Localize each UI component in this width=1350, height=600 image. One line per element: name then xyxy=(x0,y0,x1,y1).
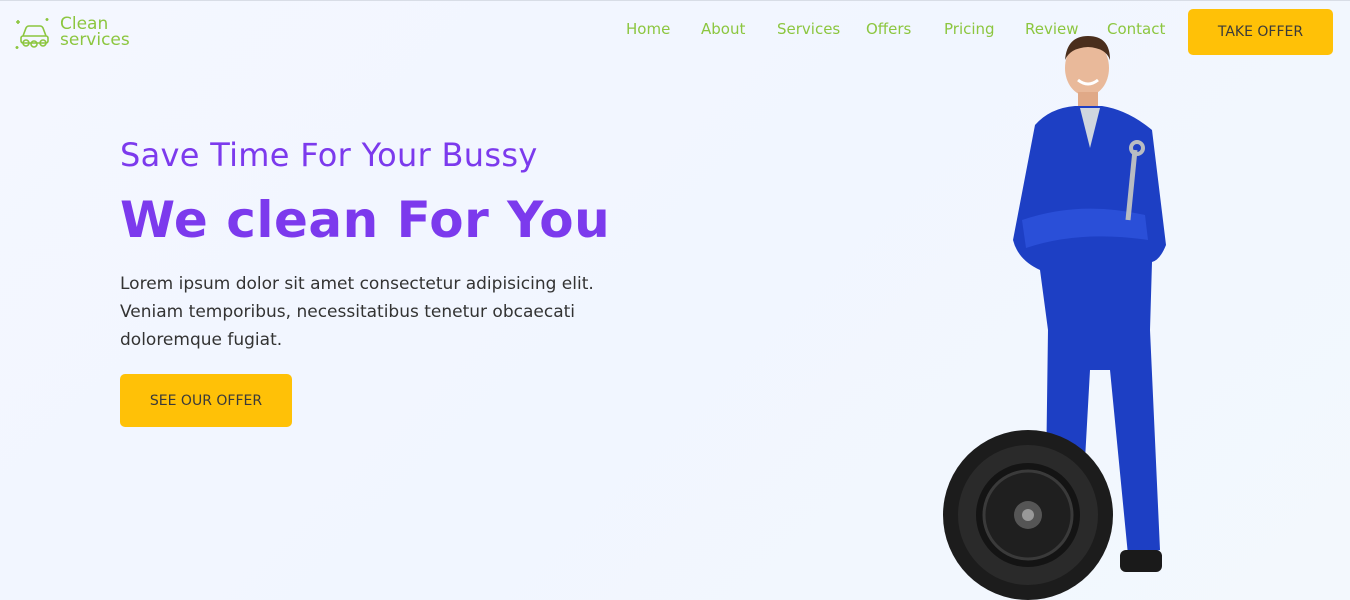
hero-description: Lorem ipsum dolor sit amet consectetur a… xyxy=(120,274,594,350)
hero-subtitle: Save Time For Your Bussy xyxy=(120,136,538,174)
mechanic-image xyxy=(943,36,1166,600)
hero-section: Save Time For Your Bussy We clean For Yo… xyxy=(120,136,640,427)
nav-services[interactable]: Services xyxy=(777,20,840,38)
see-offer-button[interactable]: SEE OUR OFFER xyxy=(120,374,292,427)
top-border xyxy=(0,0,1350,1)
nav-home[interactable]: Home xyxy=(626,20,670,38)
nav-offers[interactable]: Offers xyxy=(866,20,911,38)
hero-title: We clean For You xyxy=(120,191,611,249)
nav-about[interactable]: About xyxy=(701,20,745,38)
take-offer-button[interactable]: TAKE OFFER xyxy=(1188,9,1333,55)
